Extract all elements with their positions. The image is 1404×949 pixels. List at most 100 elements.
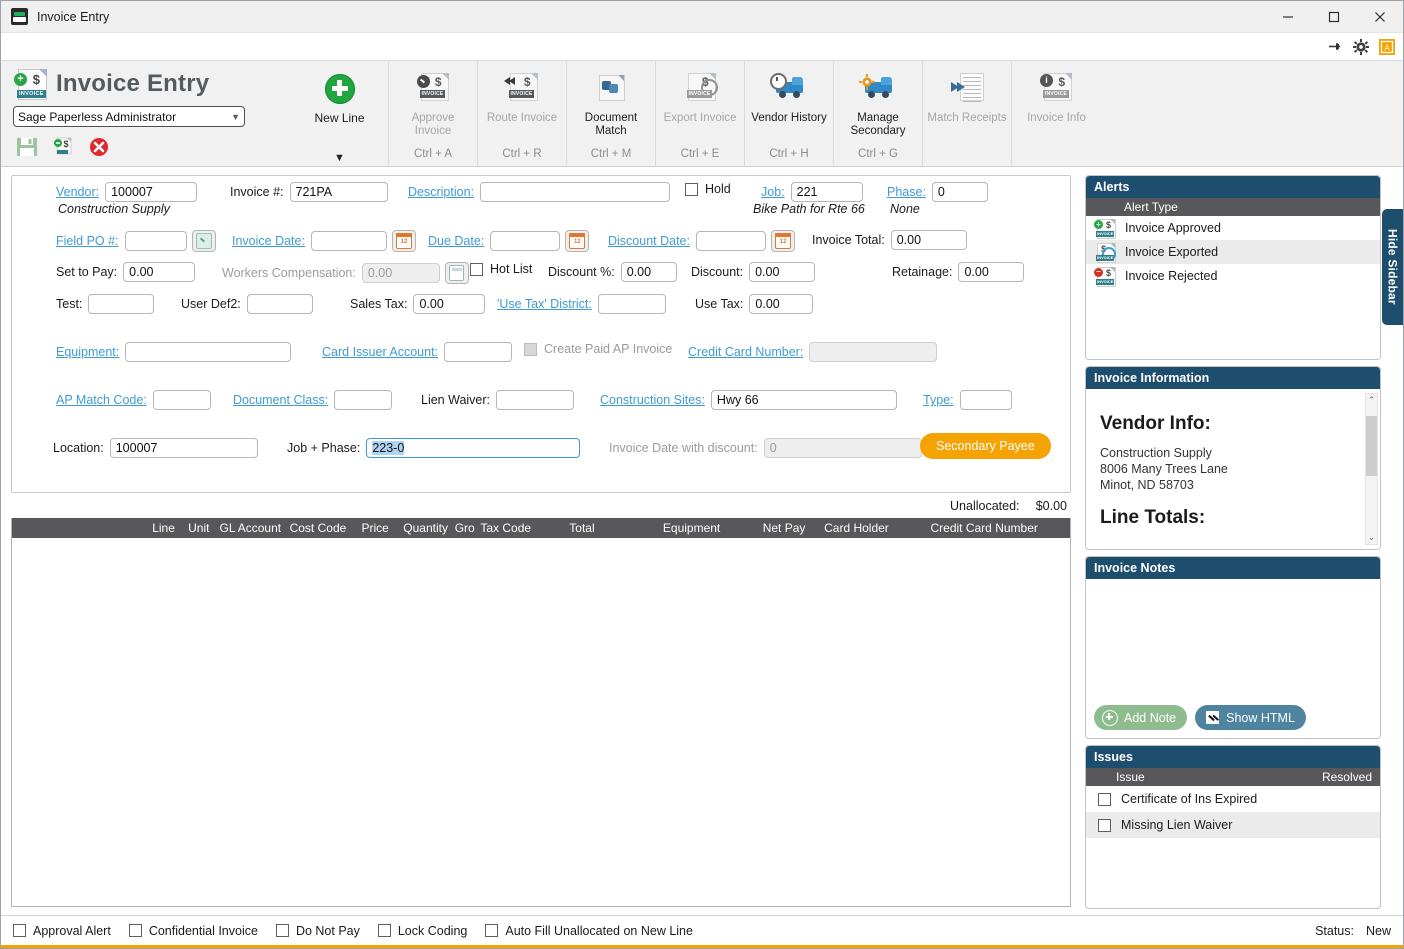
grid-column-header[interactable]: Card Holder [815, 521, 899, 535]
due-date-calendar-button[interactable]: 12 [565, 230, 590, 252]
discount-date-label[interactable]: Discount Date: [608, 234, 690, 248]
retainage-input[interactable]: 0.00 [958, 262, 1025, 282]
issue-resolved-checkbox[interactable] [1098, 792, 1111, 806]
issue-row-missing-lien-waiver[interactable]: Missing Lien Waiver [1086, 812, 1380, 838]
grid-column-header[interactable]: Cost Code [285, 521, 352, 535]
use-tax-input[interactable]: 0.00 [749, 294, 814, 314]
discount-pct-input[interactable]: 0.00 [620, 262, 677, 282]
description-label[interactable]: Description: [408, 185, 474, 199]
vendor-input[interactable]: 100007 [105, 182, 198, 202]
test-input[interactable] [88, 294, 155, 314]
maximize-button[interactable] [1311, 1, 1357, 32]
grid-column-header[interactable]: Unit [182, 521, 216, 535]
vendor-history-button[interactable]: Vendor History Ctrl + H [745, 61, 834, 166]
hide-sidebar-button[interactable]: Hide Sidebar [1382, 209, 1403, 325]
card-issuer-account-input[interactable] [444, 342, 513, 362]
vendor-label[interactable]: Vendor: [56, 185, 99, 199]
hot-list-checkbox[interactable] [470, 262, 483, 276]
new-line-button[interactable]: New Line ▼ [291, 61, 389, 166]
app-icon[interactable]: A [1378, 38, 1395, 55]
gear-icon[interactable] [1352, 38, 1369, 55]
add-note-button[interactable]: Add Note [1094, 705, 1188, 730]
save-icon[interactable] [16, 136, 38, 158]
match-receipts-button[interactable]: Match Receipts [923, 61, 1012, 166]
type-label[interactable]: Type: [923, 393, 954, 407]
type-input[interactable] [959, 390, 1012, 410]
use-tax-district-label[interactable]: 'Use Tax' District: [497, 297, 592, 311]
issue-resolved-checkbox[interactable] [1098, 818, 1111, 832]
pin-icon[interactable] [1326, 38, 1343, 55]
grid-column-header[interactable]: GL Account [216, 521, 285, 535]
phase-input[interactable]: 0 [931, 182, 988, 202]
grid-column-header[interactable]: Tax Code [477, 521, 534, 535]
field-po-lookup-button[interactable] [191, 230, 216, 252]
approval-alert-option[interactable]: Approval Alert [13, 924, 111, 938]
grid-column-header[interactable]: Total [534, 521, 629, 535]
invoice-date-calendar-button[interactable]: 12 [391, 230, 416, 252]
grid-column-header[interactable]: Gro [452, 521, 477, 535]
alert-row-invoice-rejected[interactable]: $ – INVOICE Invoice Rejected [1086, 264, 1380, 288]
close-button[interactable] [1357, 1, 1403, 32]
show-html-button[interactable]: Show HTML [1195, 705, 1306, 730]
invoice-number-input[interactable]: 721PA [289, 182, 388, 202]
alert-row-invoice-approved[interactable]: $ + INVOICE Invoice Approved [1086, 216, 1380, 240]
lock-coding-option[interactable]: Lock Coding [377, 924, 467, 938]
route-invoice-button[interactable]: $ INVOICE Route Invoice Ctrl + R [478, 61, 567, 166]
discount-date-input[interactable] [695, 231, 766, 251]
document-class-label[interactable]: Document Class: [233, 393, 328, 407]
confidential-invoice-option[interactable]: Confidential Invoice [128, 924, 258, 938]
new-line-dropdown-caret[interactable]: ▼ [291, 152, 388, 164]
description-input[interactable] [480, 182, 670, 202]
scroll-up-icon[interactable]: ⌃ [1366, 395, 1377, 406]
invoice-date-input[interactable] [310, 231, 387, 251]
create-paid-ap-checkbox[interactable] [524, 342, 537, 356]
user-select[interactable]: Sage Paperless Administrator ▼ [13, 106, 245, 127]
due-date-input[interactable] [490, 231, 561, 251]
location-input[interactable]: 100007 [109, 438, 258, 458]
lien-waiver-input[interactable] [496, 390, 575, 410]
do-not-pay-option[interactable]: Do Not Pay [275, 924, 360, 938]
auto-fill-unallocated-option[interactable]: Auto Fill Unallocated on New Line [485, 924, 693, 938]
approve-invoice-button[interactable]: $ INVOICE Approve Invoice Ctrl + A [389, 61, 478, 166]
scrollbar-thumb[interactable] [1366, 416, 1377, 476]
delete-icon[interactable] [88, 136, 110, 158]
invoice-date-label[interactable]: Invoice Date: [232, 234, 305, 248]
grid-column-header[interactable]: Credit Card Number [898, 521, 1070, 535]
equipment-input[interactable] [125, 342, 292, 362]
alert-row-invoice-exported[interactable]: $ INVOICE Invoice Exported [1086, 240, 1380, 264]
export-invoice-button[interactable]: $ INVOICE Export Invoice Ctrl + E [656, 61, 745, 166]
job-label[interactable]: Job: [761, 185, 785, 199]
user-def2-input[interactable] [246, 294, 313, 314]
hold-checkbox[interactable] [685, 182, 698, 196]
manage-secondary-button[interactable]: Manage Secondary Ctrl + G [834, 61, 923, 166]
phase-label[interactable]: Phase: [887, 185, 926, 199]
scroll-down-icon[interactable]: ⌄ [1366, 532, 1377, 543]
card-issuer-account-label[interactable]: Card Issuer Account: [322, 345, 438, 359]
invoice-info-button[interactable]: $ i INVOICE Invoice Info [1012, 61, 1101, 166]
lock-coding-checkbox[interactable] [377, 924, 391, 937]
ap-match-code-input[interactable] [152, 390, 211, 410]
construction-sites-input[interactable]: Hwy 66 [710, 390, 897, 410]
equipment-label[interactable]: Equipment: [56, 345, 119, 359]
approval-alert-checkbox[interactable] [13, 924, 26, 937]
use-tax-district-input[interactable] [597, 294, 666, 314]
grid-column-header[interactable]: Equipment [630, 521, 754, 535]
job-phase-input[interactable]: 223-0 [366, 438, 581, 458]
secondary-payee-button[interactable]: Secondary Payee [920, 433, 1051, 459]
grid-column-header[interactable]: Quantity [399, 521, 452, 535]
invoice-notes-body[interactable]: Add Note Show HTML [1086, 579, 1380, 738]
auto-fill-unallocated-checkbox[interactable] [485, 924, 499, 937]
minimize-button[interactable] [1265, 1, 1311, 32]
document-match-button[interactable]: Document Match Ctrl + M [567, 61, 656, 166]
grid-empty-body[interactable] [12, 538, 1070, 906]
construction-sites-label[interactable]: Construction Sites: [600, 393, 705, 407]
grid-column-header[interactable]: Line [145, 521, 181, 535]
ap-match-code-label[interactable]: AP Match Code: [56, 393, 147, 407]
save-invoice-icon[interactable]: $ [52, 136, 74, 158]
sales-tax-input[interactable]: 0.00 [413, 294, 486, 314]
do-not-pay-checkbox[interactable] [275, 924, 289, 937]
discount-input[interactable]: 0.00 [749, 262, 816, 282]
discount-date-calendar-button[interactable]: 12 [770, 230, 795, 252]
credit-card-number-label[interactable]: Credit Card Number: [688, 345, 803, 359]
invoice-information-scrollbar[interactable]: ⌃ ⌄ [1365, 393, 1378, 545]
